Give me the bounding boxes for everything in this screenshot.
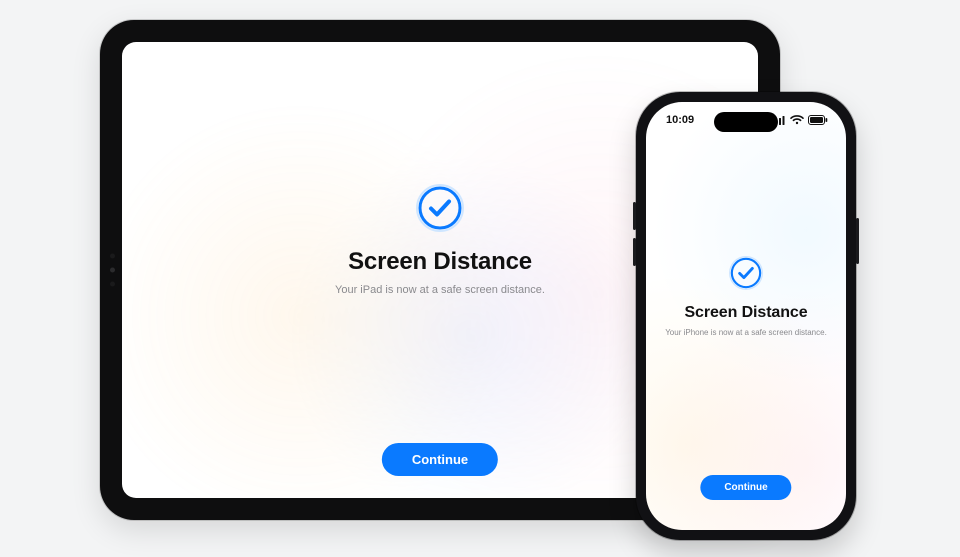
status-indicators <box>772 115 828 125</box>
ipad-subtitle: Your iPad is now at a safe screen distan… <box>335 284 545 296</box>
dynamic-island <box>714 112 778 132</box>
battery-icon <box>808 115 828 125</box>
ipad-camera-dot <box>110 268 115 273</box>
checkmark-circle-icon <box>416 184 464 232</box>
iphone-title: Screen Distance <box>684 304 807 322</box>
ipad-title: Screen Distance <box>348 248 532 276</box>
wifi-icon <box>790 115 804 125</box>
status-time: 10:09 <box>666 114 694 126</box>
iphone-side-button <box>856 218 859 264</box>
iphone-subtitle: Your iPhone is now at a safe screen dist… <box>665 328 827 337</box>
iphone-screen-distance-panel: Screen Distance Your iPhone is now at a … <box>646 138 846 337</box>
checkmark-circle-icon <box>729 256 763 290</box>
continue-button[interactable]: Continue <box>700 475 791 500</box>
